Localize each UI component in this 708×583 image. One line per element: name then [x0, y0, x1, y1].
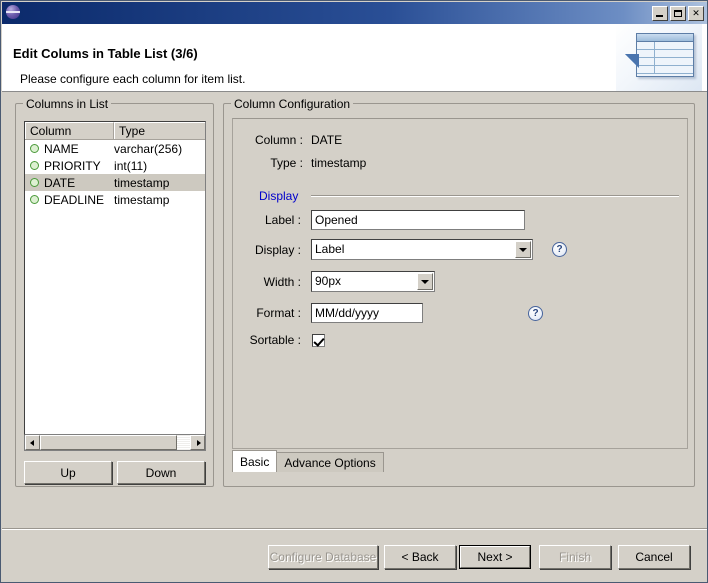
display-section-separator: Display: [259, 189, 679, 203]
table-cell-column: DATE: [25, 176, 114, 190]
finish-label: Finish: [558, 550, 591, 564]
type-readonly-row: Type : timestamp: [247, 156, 366, 170]
table-row[interactable]: NAME varchar(256): [25, 140, 205, 157]
finish-button[interactable]: Finish: [539, 545, 611, 569]
display-field-row: Display : Label ?: [247, 239, 567, 260]
display-field-label: Display :: [254, 242, 301, 257]
next-button[interactable]: Next >: [459, 545, 531, 569]
chevron-down-icon[interactable]: [417, 273, 433, 290]
config-group-legend: Column Configuration: [231, 97, 354, 111]
columns-group-legend: Columns in List: [23, 97, 112, 111]
column-field-label: Column :: [254, 133, 303, 147]
columns-in-list-group: Columns in List Column Type NAME varchar…: [15, 97, 214, 487]
eclipse-globe-icon: [6, 5, 22, 21]
column-bullet-icon: [30, 195, 39, 204]
back-label: < Back: [401, 550, 439, 564]
page-title: Edit Colums in Table List (3/6): [13, 46, 198, 61]
cell-text: DEADLINE: [44, 192, 105, 207]
horizontal-scrollbar[interactable]: [24, 435, 206, 451]
table-wizard-banner-icon: [616, 24, 702, 91]
table-row[interactable]: PRIORITY int(11): [25, 157, 205, 174]
table-cell-column: PRIORITY: [25, 159, 114, 173]
cell-text: PRIORITY: [44, 158, 101, 173]
display-help-icon[interactable]: ?: [552, 242, 567, 257]
cell-text: DATE: [44, 175, 76, 190]
minimize-icon[interactable]: [652, 5, 668, 21]
close-glyph: ✕: [692, 7, 700, 18]
width-dropdown-value: 90px: [315, 274, 342, 288]
wizard-dialog-window: ✕ Edit Colums in Table List (3/6) Please…: [0, 0, 708, 583]
close-icon[interactable]: ✕: [688, 5, 704, 21]
format-help-icon[interactable]: ?: [528, 305, 543, 321]
column-header-column[interactable]: Column: [25, 122, 115, 139]
column-configuration-group: Column Configuration Column : DATE Type …: [223, 97, 695, 487]
table-row-selected[interactable]: DATE timestamp: [25, 174, 205, 191]
sortable-field-row: Sortable :: [247, 333, 325, 347]
width-field-label: Width :: [263, 274, 301, 289]
chevron-down-icon[interactable]: [515, 241, 531, 258]
table-cell-column: NAME: [25, 142, 114, 156]
title-bar: ✕: [2, 2, 707, 24]
format-input[interactable]: MM/dd/yyyy: [311, 303, 423, 323]
column-readonly-row: Column : DATE: [247, 133, 342, 147]
wizard-header: Edit Colums in Table List (3/6) Please c…: [2, 24, 707, 92]
sortable-field-label: Sortable :: [249, 333, 301, 347]
cancel-label: Cancel: [635, 550, 673, 564]
scroll-right-icon[interactable]: [190, 435, 205, 450]
cell-text: NAME: [44, 141, 79, 156]
next-label: Next >: [460, 546, 530, 568]
column-header-type[interactable]: Type: [114, 122, 205, 139]
format-field-row: Format : MM/dd/yyyy ?: [247, 303, 543, 323]
table-cell-column: DEADLINE: [25, 193, 114, 207]
column-bullet-icon: [30, 178, 39, 187]
column-bullet-icon: [30, 161, 39, 170]
label-input[interactable]: Opened: [311, 210, 525, 230]
move-up-button[interactable]: Up: [24, 461, 112, 484]
display-section-label: Display: [259, 189, 299, 203]
format-field-label: Format :: [256, 306, 301, 320]
scroll-left-icon[interactable]: [25, 435, 40, 450]
table-cell-type: timestamp: [114, 175, 170, 190]
wizard-content: Columns in List Column Type NAME varchar…: [2, 92, 707, 528]
sortable-checkbox[interactable]: [312, 333, 325, 347]
wizard-footer: Configure Database < Back Next > Finish …: [2, 530, 707, 582]
column-field-value: DATE: [311, 133, 343, 147]
maximize-icon[interactable]: [670, 5, 686, 21]
table-cell-type: int(11): [114, 158, 148, 173]
table-row[interactable]: DEADLINE timestamp: [25, 191, 205, 208]
display-dropdown[interactable]: Label: [311, 239, 533, 260]
configure-database-label: Configure Database: [269, 550, 377, 564]
configure-database-button[interactable]: Configure Database: [268, 545, 378, 569]
config-tabs: Basic Advance Options: [232, 449, 688, 472]
width-field-row: Width : 90px: [247, 271, 435, 292]
back-button[interactable]: < Back: [384, 545, 456, 569]
cancel-button[interactable]: Cancel: [618, 545, 690, 569]
column-bullet-icon: [30, 144, 39, 153]
scrollbar-track[interactable]: [40, 435, 190, 450]
table-cell-type: varchar(256): [114, 141, 183, 156]
move-down-button[interactable]: Down: [117, 461, 205, 484]
display-dropdown-value: Label: [315, 242, 345, 256]
type-field-value: timestamp: [311, 156, 367, 170]
columns-table[interactable]: Column Type NAME varchar(256) PRIORITY i…: [24, 121, 206, 435]
width-dropdown[interactable]: 90px: [311, 271, 435, 292]
config-panel: Column : DATE Type : timestamp Display L…: [232, 118, 688, 449]
type-field-label: Type :: [270, 156, 303, 170]
tab-basic[interactable]: Basic: [232, 450, 278, 472]
page-subtitle: Please configure each column for item li…: [20, 72, 246, 86]
label-field-row: Label : Opened: [247, 210, 525, 230]
label-field-label: Label :: [264, 213, 301, 227]
tab-advance-options[interactable]: Advance Options: [276, 452, 384, 472]
table-header-row: Column Type: [25, 122, 205, 140]
table-cell-type: timestamp: [114, 192, 170, 207]
scrollbar-thumb[interactable]: [40, 435, 177, 450]
window-controls: ✕: [652, 5, 704, 21]
